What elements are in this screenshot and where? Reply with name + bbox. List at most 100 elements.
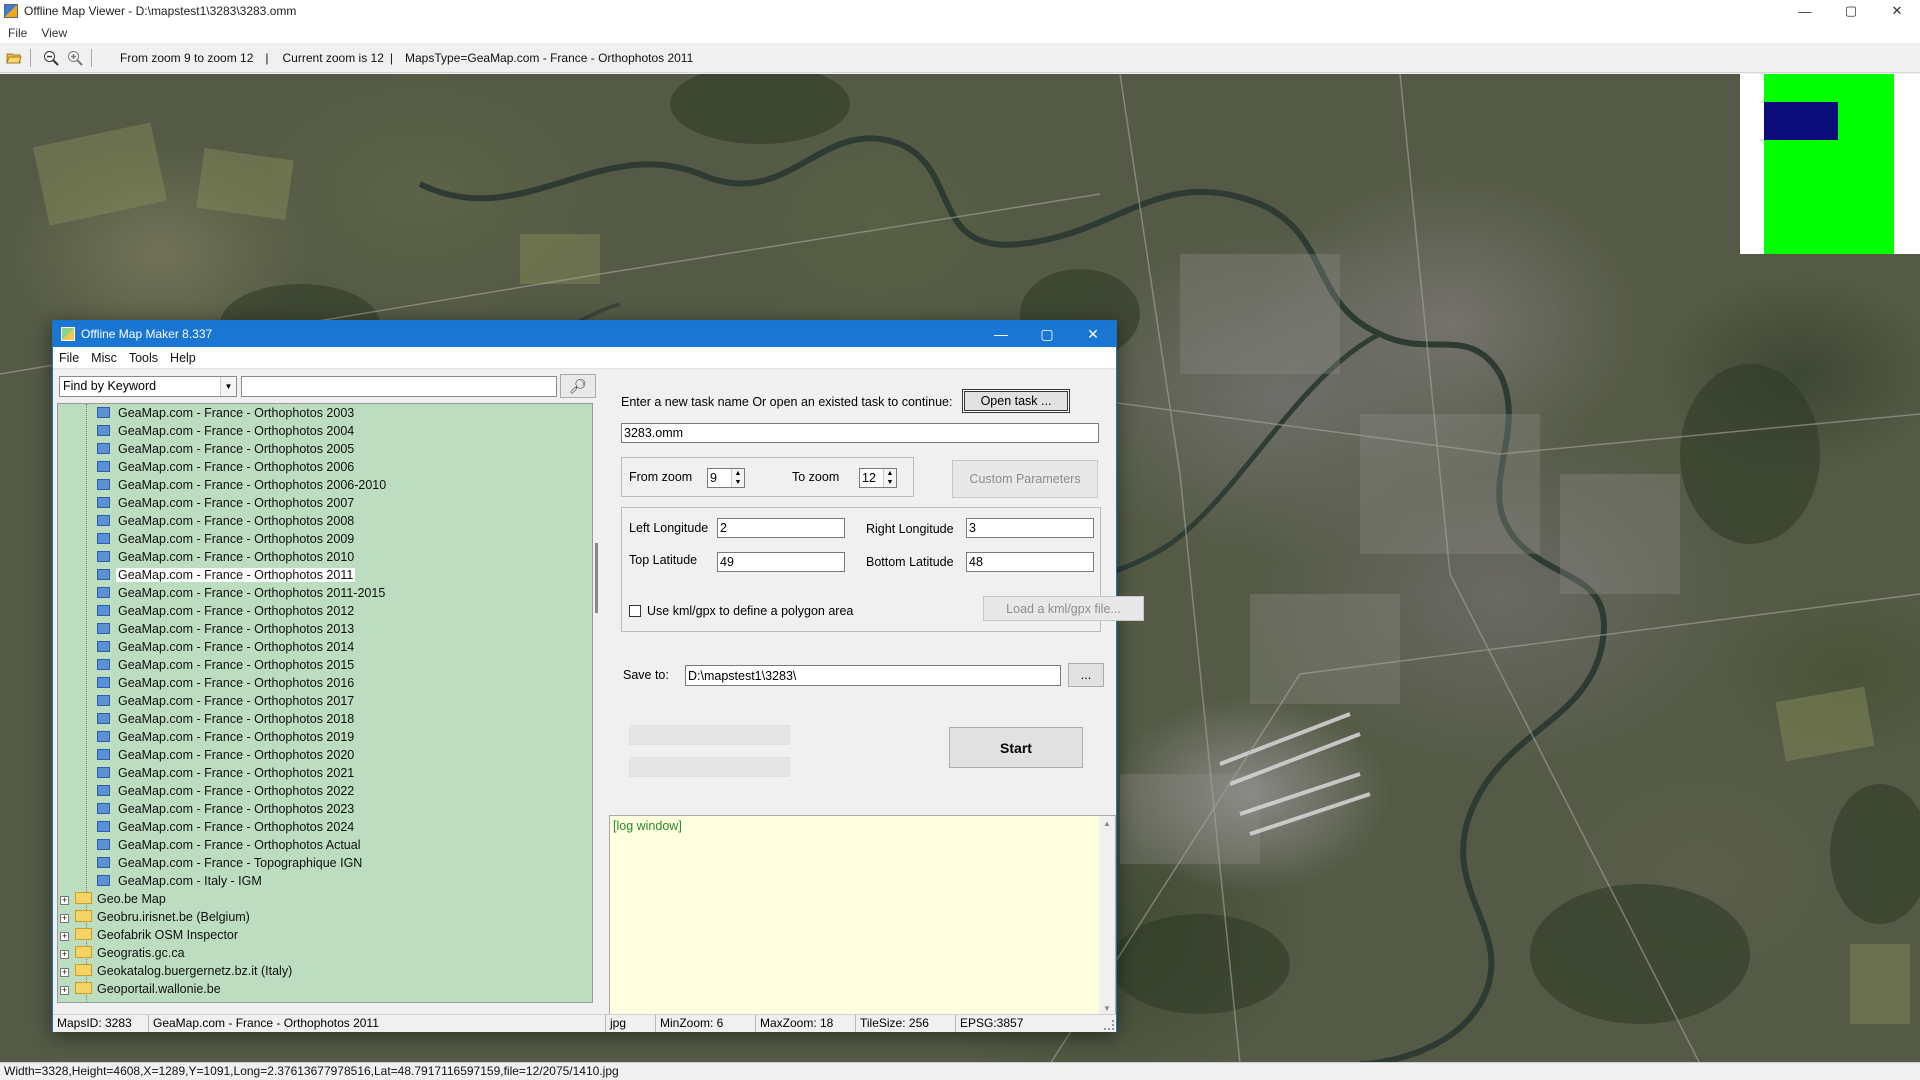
browse-button[interactable]: ... — [1068, 663, 1104, 687]
tree-map-item[interactable]: GeaMap.com - France - Orthophotos 2005 — [58, 440, 592, 458]
log-window[interactable]: [log window] ▲ ▼ — [609, 815, 1116, 1017]
to-zoom-stepper[interactable]: 12 ▲ ▼ — [859, 468, 897, 488]
tree-item-label: GeaMap.com - France - Orthophotos 2003 — [118, 406, 355, 420]
task-name-input[interactable]: 3283.omm — [621, 423, 1099, 443]
map-source-icon — [97, 821, 110, 832]
top-latitude-input[interactable]: 49 — [717, 552, 845, 572]
tree-map-item[interactable]: GeaMap.com - France - Topographique IGN — [58, 854, 592, 872]
tree-map-item[interactable]: GeaMap.com - France - Orthophotos 2023 — [58, 800, 592, 818]
tree-map-item[interactable]: GeaMap.com - France - Orthophotos 2004 — [58, 422, 592, 440]
tree-map-item[interactable]: GeaMap.com - France - Orthophotos 2016 — [58, 674, 592, 692]
tree-item-label: GeaMap.com - France - Orthophotos 2004 — [118, 424, 355, 438]
tree-folder-item[interactable]: + Geokatalog.buergernetz.bz.it (Italy) — [58, 962, 592, 980]
tree-map-item[interactable]: GeaMap.com - France - Orthophotos 2013 — [58, 620, 592, 638]
tree-item-label: GeaMap.com - Italy - IGM — [118, 874, 262, 888]
tree-map-item[interactable]: GeaMap.com - Italy - IGM — [58, 872, 592, 890]
search-mode-select[interactable]: Find by Keyword ▼ — [59, 375, 237, 397]
tree-map-item[interactable]: GeaMap.com - France - Orthophotos 2007 — [58, 494, 592, 512]
zoom-in-icon[interactable] — [65, 48, 85, 68]
tree-folder-item[interactable]: + Geo.be Map — [58, 890, 592, 908]
close-button[interactable]: ✕ — [1874, 0, 1920, 22]
map-source-icon — [97, 605, 110, 616]
dialog-menu-tools[interactable]: Tools — [129, 351, 158, 365]
tree-map-item[interactable]: GeaMap.com - France - Orthophotos 2006-2… — [58, 476, 592, 494]
tree-scrollbar[interactable] — [595, 403, 599, 1003]
expand-icon[interactable]: + — [60, 968, 69, 977]
tree-map-item[interactable]: GeaMap.com - France - Orthophotos 2015 — [58, 656, 592, 674]
top-latitude-label: Top Latitude — [629, 553, 698, 567]
tree-map-item[interactable]: GeaMap.com - France - Orthophotos 2022 — [58, 782, 592, 800]
load-kml-button[interactable]: Load a kml/gpx file... — [983, 596, 1144, 621]
log-text: [log window] — [613, 819, 682, 833]
zoom-range-text: From zoom 9 to zoom 12 — [120, 50, 254, 65]
stepper-arrows-icon[interactable]: ▲ ▼ — [883, 469, 896, 487]
resize-grip-icon[interactable] — [1104, 1020, 1114, 1030]
tree-map-item[interactable]: GeaMap.com - France - Orthophotos 2011 — [58, 566, 592, 584]
start-button[interactable]: Start — [949, 727, 1083, 768]
left-longitude-input[interactable]: 2 — [717, 518, 845, 538]
dialog-menu-misc[interactable]: Misc — [91, 351, 117, 365]
dialog-minimize-button[interactable]: — — [978, 321, 1024, 347]
expand-icon[interactable]: + — [60, 950, 69, 959]
minimap-task-area — [1764, 74, 1894, 254]
tree-item-label: GeaMap.com - France - Orthophotos 2006-2… — [118, 478, 387, 492]
minimap[interactable] — [1740, 74, 1920, 254]
stepper-arrows-icon[interactable]: ▲ ▼ — [731, 469, 744, 487]
to-zoom-label: To zoom — [792, 470, 840, 484]
dialog-menu-file[interactable]: File — [59, 351, 79, 365]
dialog-close-button[interactable]: ✕ — [1070, 321, 1116, 347]
menu-file[interactable]: File — [8, 26, 27, 40]
tree-folder-item[interactable]: + Geoportail.wallonie.be — [58, 980, 592, 998]
tree-map-item[interactable]: GeaMap.com - France - Orthophotos 2024 — [58, 818, 592, 836]
expand-icon[interactable]: + — [60, 914, 69, 923]
tree-map-item[interactable]: GeaMap.com - France - Orthophotos 2003 — [58, 404, 592, 422]
tree-map-item[interactable]: GeaMap.com - France - Orthophotos Actual — [58, 836, 592, 854]
expand-icon[interactable]: + — [60, 896, 69, 905]
tree-map-item[interactable]: GeaMap.com - France - Orthophotos 2020 — [58, 746, 592, 764]
minimap-viewport[interactable] — [1764, 102, 1838, 140]
tree-map-item[interactable]: GeaMap.com - France - Orthophotos 2017 — [58, 692, 592, 710]
zoom-out-icon[interactable] — [41, 48, 61, 68]
maximize-button[interactable]: ▢ — [1828, 0, 1874, 22]
bottom-latitude-input[interactable]: 48 — [966, 552, 1094, 572]
tree-map-item[interactable]: GeaMap.com - France - Orthophotos 2010 — [58, 548, 592, 566]
tree-map-item[interactable]: GeaMap.com - France - Orthophotos 2009 — [58, 530, 592, 548]
minimize-button[interactable]: — — [1782, 0, 1828, 22]
tree-map-item[interactable]: GeaMap.com - France - Orthophotos 2012 — [58, 602, 592, 620]
from-zoom-stepper[interactable]: 9 ▲ ▼ — [707, 468, 745, 488]
viewer-toolbar: From zoom 9 to zoom 12 | Current zoom is… — [0, 43, 1920, 73]
search-button[interactable]: 🔎︎ — [560, 374, 596, 398]
dialog-menu-help[interactable]: Help — [170, 351, 196, 365]
expand-icon[interactable]: + — [60, 986, 69, 995]
tree-scrollbar-thumb[interactable] — [595, 543, 598, 613]
toolbar-separator-text: | — [265, 50, 269, 65]
open-task-button[interactable]: Open task ... — [962, 389, 1070, 413]
kml-polygon-checkbox[interactable] — [629, 605, 641, 617]
expand-icon[interactable]: + — [60, 932, 69, 941]
map-source-icon — [97, 461, 110, 472]
open-folder-icon[interactable] — [4, 48, 24, 68]
tree-map-item[interactable]: GeaMap.com - France - Orthophotos 2019 — [58, 728, 592, 746]
keyword-input[interactable] — [241, 375, 557, 397]
map-source-icon — [97, 677, 110, 688]
right-longitude-input[interactable]: 3 — [966, 518, 1094, 538]
scroll-down-icon[interactable]: ▼ — [1103, 1004, 1111, 1013]
menu-view[interactable]: View — [41, 26, 67, 40]
tree-map-item[interactable]: GeaMap.com - France - Orthophotos 2014 — [58, 638, 592, 656]
tree-folder-item[interactable]: + Geofabrik OSM Inspector — [58, 926, 592, 944]
scroll-up-icon[interactable]: ▲ — [1103, 819, 1111, 828]
map-source-tree[interactable]: GeaMap.com - France - Orthophotos 2003 Ge… — [57, 403, 593, 1003]
map-source-icon — [97, 479, 110, 490]
tree-map-item[interactable]: GeaMap.com - France - Orthophotos 2008 — [58, 512, 592, 530]
tree-map-item[interactable]: GeaMap.com - France - Orthophotos 2018 — [58, 710, 592, 728]
dialog-maximize-button[interactable]: ▢ — [1024, 321, 1070, 347]
tree-map-item[interactable]: GeaMap.com - France - Orthophotos 2021 — [58, 764, 592, 782]
right-longitude-label: Right Longitude — [866, 522, 954, 536]
log-scrollbar[interactable]: ▲ ▼ — [1099, 816, 1115, 1016]
save-path-input[interactable]: D:\mapstest1\3283\ — [685, 665, 1061, 686]
tree-folder-item[interactable]: + Geobru.irisnet.be (Belgium) — [58, 908, 592, 926]
custom-parameters-button[interactable]: Custom Parameters — [952, 460, 1098, 498]
tree-folder-item[interactable]: + Geogratis.gc.ca — [58, 944, 592, 962]
tree-map-item[interactable]: GeaMap.com - France - Orthophotos 2011-2… — [58, 584, 592, 602]
tree-map-item[interactable]: GeaMap.com - France - Orthophotos 2006 — [58, 458, 592, 476]
